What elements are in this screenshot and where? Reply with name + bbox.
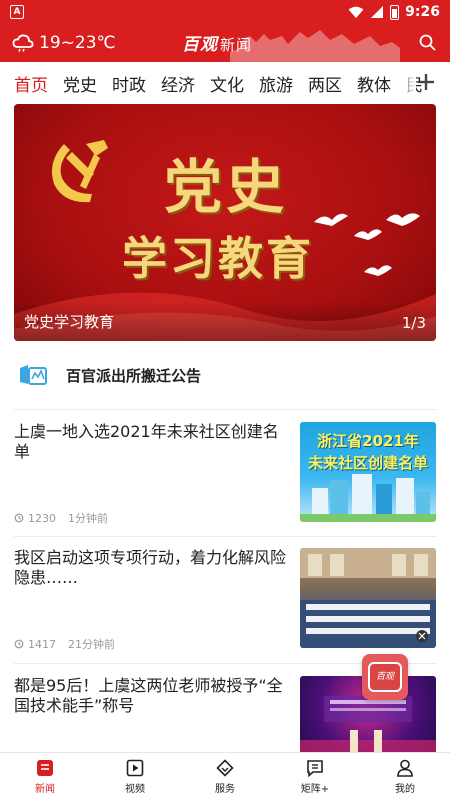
news-time: 21分钟前 bbox=[68, 638, 115, 651]
tabs-fade bbox=[396, 62, 416, 104]
matrix-icon bbox=[307, 759, 323, 777]
tab-education-sports[interactable]: 教体 bbox=[357, 71, 391, 96]
tab-party-history[interactable]: 党史 bbox=[63, 71, 97, 96]
status-time: 9:26 bbox=[405, 4, 440, 20]
app-logo: 百观 新闻 bbox=[182, 30, 252, 55]
news-meta: 1230 1分钟前 bbox=[14, 510, 108, 526]
nav-video[interactable]: 视频 bbox=[90, 753, 180, 800]
signal-icon bbox=[371, 6, 384, 18]
tab-home[interactable]: 首页 bbox=[14, 71, 48, 96]
news-views: 1230 bbox=[28, 511, 56, 525]
notice-text: 百官派出所搬迁公告 bbox=[66, 366, 202, 385]
meeting-hall-illustration bbox=[300, 548, 436, 648]
thumbnail-text-line2: 未来社区创建名单 bbox=[307, 454, 428, 472]
nav-profile[interactable]: 我的 bbox=[360, 753, 450, 800]
news-views: 1417 bbox=[28, 637, 56, 651]
search-icon[interactable] bbox=[419, 34, 436, 51]
nav-matrix[interactable]: 矩阵+ bbox=[270, 753, 360, 800]
nav-label: 矩阵+ bbox=[300, 783, 330, 795]
hammer-sickle-icon bbox=[51, 140, 108, 203]
nav-news[interactable]: 新闻 bbox=[0, 753, 90, 800]
category-tabs: 首页 党史 时政 经济 文化 旅游 两区 教体 民 bbox=[0, 62, 450, 104]
battery-icon bbox=[390, 4, 400, 20]
news-item[interactable]: 我区启动这项专项行动，着力化解风险隐患…… 1417 21分钟前 bbox=[14, 548, 436, 652]
banner-page-indicator: 1/3 bbox=[401, 314, 426, 332]
nav-label: 我的 bbox=[395, 783, 415, 795]
tab-tourism[interactable]: 旅游 bbox=[259, 71, 293, 96]
cloud-icon bbox=[12, 34, 34, 52]
news-meta: 1417 21分钟前 bbox=[14, 636, 115, 652]
notice-icon bbox=[20, 365, 47, 385]
news-thumbnail: 浙江省2021年 未来社区创建名单 bbox=[300, 422, 436, 522]
news-thumbnail bbox=[300, 548, 436, 648]
notification-icon: A bbox=[10, 5, 24, 19]
banner-title-line1: 党史 bbox=[164, 153, 289, 221]
status-icons: 9:26 bbox=[348, 4, 440, 20]
floating-logo-button[interactable]: 百观 bbox=[362, 654, 408, 700]
weather-widget[interactable]: 19~23℃ bbox=[12, 33, 116, 53]
tab-culture[interactable]: 文化 bbox=[210, 71, 244, 96]
skyline-decoration bbox=[230, 30, 400, 62]
news-title: 都是95后！上虞这两位老师被授予“全国技术能手”称号 bbox=[14, 676, 283, 715]
divider bbox=[14, 409, 436, 410]
app-header: 19~23℃ 百观 新闻 bbox=[0, 24, 450, 62]
temperature-text: 19~23℃ bbox=[39, 33, 116, 53]
banner-title-line2: 学习教育 bbox=[122, 232, 315, 285]
birds-decoration bbox=[314, 213, 420, 276]
tab-economy[interactable]: 经济 bbox=[161, 71, 195, 96]
views-icon bbox=[14, 513, 24, 523]
video-icon bbox=[126, 759, 144, 776]
logo-subtext: 新闻 bbox=[220, 36, 253, 54]
service-icon bbox=[216, 758, 234, 777]
nav-service[interactable]: 服务 bbox=[180, 753, 270, 800]
news-item[interactable]: 上虞一地入选2021年未来社区创建名单 1230 1分钟前 浙江省2021年 未… bbox=[14, 422, 436, 526]
banner-carousel[interactable]: 党史 学习教育 党史学习教育 1/3 bbox=[14, 104, 436, 341]
thumbnail-text-line1: 浙江省2021年 bbox=[317, 432, 419, 450]
nav-label: 新闻 bbox=[35, 783, 55, 795]
floating-logo-icon: 百观 bbox=[368, 662, 402, 692]
news-title: 我区启动这项专项行动，着力化解风险隐患…… bbox=[14, 548, 287, 587]
tab-politics[interactable]: 时政 bbox=[112, 71, 146, 96]
add-channel-icon[interactable] bbox=[416, 72, 436, 92]
notice-bar[interactable]: 百官派出所搬迁公告 bbox=[14, 352, 436, 398]
buildings-illustration bbox=[300, 474, 436, 522]
views-icon bbox=[14, 639, 24, 649]
wifi-icon bbox=[348, 6, 364, 18]
nav-label: 服务 bbox=[215, 783, 235, 795]
bottom-navigation: 新闻 视频 服务 矩阵+ 我的 bbox=[0, 752, 450, 800]
status-bar: A 9:26 bbox=[0, 0, 450, 24]
profile-icon bbox=[397, 759, 413, 777]
floating-logo-text: 百观 bbox=[375, 672, 394, 682]
logo-text: 百观 bbox=[182, 35, 218, 55]
nav-label: 视频 bbox=[125, 783, 145, 795]
banner-caption: 党史学习教育 bbox=[24, 313, 115, 331]
news-time: 1分钟前 bbox=[68, 512, 108, 525]
news-title: 上虞一地入选2021年未来社区创建名单 bbox=[14, 422, 279, 461]
tab-two-districts[interactable]: 两区 bbox=[308, 71, 342, 96]
divider bbox=[14, 536, 436, 537]
news-icon bbox=[37, 759, 53, 776]
